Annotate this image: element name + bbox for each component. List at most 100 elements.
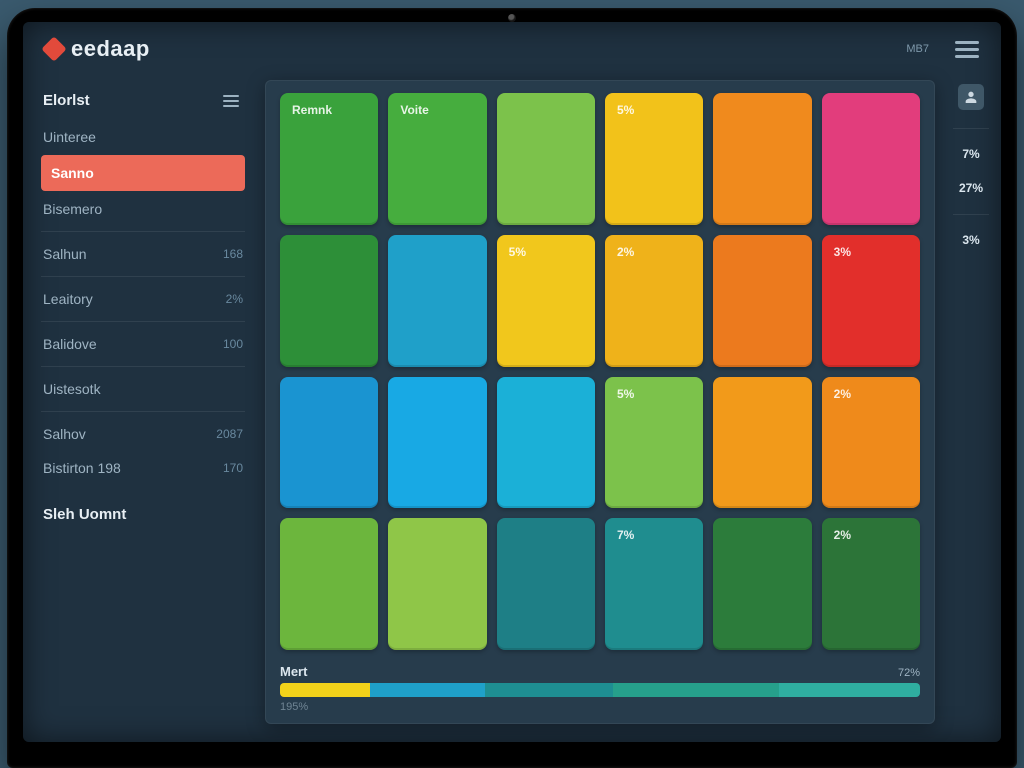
heat-tile[interactable] bbox=[497, 518, 595, 650]
topbar-right: MB7 bbox=[880, 41, 979, 58]
sidebar-item-balidove[interactable]: Balidove 100 bbox=[41, 328, 245, 360]
progress-section: Mert 72% 195% bbox=[280, 664, 920, 713]
sidebar-item-salhov[interactable]: Salhov 2087 bbox=[41, 418, 245, 450]
brand[interactable]: eedaap bbox=[45, 36, 150, 62]
progress-segment bbox=[779, 683, 920, 697]
progress-left-label: 195% bbox=[280, 701, 920, 713]
sidebar-item-value: 168 bbox=[223, 247, 243, 261]
heat-tile[interactable]: 3% bbox=[822, 235, 920, 367]
sidebar-collapse-icon[interactable] bbox=[223, 95, 239, 107]
rightbar: 7% 27% 3% bbox=[941, 76, 1001, 742]
sidebar-item-uistesotk[interactable]: Uistesotk bbox=[41, 373, 245, 405]
heat-tile[interactable] bbox=[713, 93, 811, 225]
progress-header: Mert 72% bbox=[280, 664, 920, 679]
heatmap-panel: Remnk Voite 5% 5% 2% 3% 5% 2% 7% 2% Mert 72% 195% bbox=[265, 80, 935, 724]
heat-tile[interactable] bbox=[822, 93, 920, 225]
heat-tile[interactable]: 7% bbox=[605, 518, 703, 650]
progress-right-label: 72% bbox=[898, 667, 920, 679]
rightbar-stat-value: 3% bbox=[962, 233, 979, 249]
progress-segment bbox=[370, 683, 485, 697]
heat-tile[interactable] bbox=[388, 235, 486, 367]
sidebar-item-value: 2087 bbox=[216, 427, 243, 441]
rightbar-stat-value: 7% bbox=[962, 147, 979, 163]
tile-label: 5% bbox=[617, 387, 634, 401]
sidebar-item-label: Salhun bbox=[43, 246, 87, 262]
brand-logo-icon bbox=[41, 36, 66, 61]
sidebar-divider bbox=[41, 411, 245, 412]
tile-label: 2% bbox=[617, 245, 634, 259]
heat-tile[interactable] bbox=[280, 518, 378, 650]
sidebar-footer-label: Sleh Uomnt bbox=[43, 506, 126, 523]
progress-title: Mert bbox=[280, 664, 307, 679]
heat-tile[interactable]: 5% bbox=[497, 235, 595, 367]
sidebar-item-bistirton[interactable]: Bistirton 198 170 bbox=[41, 452, 245, 484]
topbar-status-value: MB7 bbox=[906, 43, 929, 55]
heat-tile[interactable] bbox=[497, 93, 595, 225]
app-screen: eedaap MB7 Elorlst Uinte bbox=[23, 22, 1001, 742]
sidebar-item-value: 2% bbox=[226, 292, 243, 306]
heatmap-grid: Remnk Voite 5% 5% 2% 3% 5% 2% 7% 2% bbox=[280, 93, 920, 650]
heat-tile[interactable] bbox=[713, 518, 811, 650]
menu-icon[interactable] bbox=[955, 41, 979, 58]
heat-tile[interactable]: 5% bbox=[605, 377, 703, 509]
heat-tile[interactable] bbox=[497, 377, 595, 509]
tile-label: Voite bbox=[400, 103, 428, 117]
sidebar: Elorlst Uinteree Sanno Bisemero bbox=[23, 76, 259, 742]
heat-tile[interactable] bbox=[280, 235, 378, 367]
sidebar-item-value: 170 bbox=[223, 461, 243, 475]
heat-tile[interactable] bbox=[713, 377, 811, 509]
tile-label: 2% bbox=[834, 528, 851, 542]
heat-tile[interactable] bbox=[388, 518, 486, 650]
sidebar-divider bbox=[41, 321, 245, 322]
sidebar-item-bisemero[interactable]: Bisemero bbox=[41, 193, 245, 225]
progress-segment bbox=[485, 683, 613, 697]
sidebar-item-label: Balidove bbox=[43, 336, 97, 352]
heat-tile[interactable]: 2% bbox=[822, 518, 920, 650]
sidebar-item-salhun[interactable]: Salhun 168 bbox=[41, 238, 245, 270]
rightbar-stat-value: 27% bbox=[959, 181, 983, 197]
sidebar-divider bbox=[41, 366, 245, 367]
sidebar-divider bbox=[41, 231, 245, 232]
heat-tile[interactable] bbox=[280, 377, 378, 509]
sidebar-item-label: Uinteree bbox=[43, 129, 96, 145]
sidebar-item-label: Bistirton 198 bbox=[43, 460, 121, 476]
heat-tile[interactable] bbox=[388, 377, 486, 509]
sidebar-divider bbox=[41, 276, 245, 277]
sidebar-item-value: 100 bbox=[223, 337, 243, 351]
sidebar-item-uinteree[interactable]: Uinteree bbox=[41, 121, 245, 153]
progress-bar bbox=[280, 683, 920, 697]
tile-label: 2% bbox=[834, 387, 851, 401]
rightbar-stat: 3% bbox=[962, 233, 979, 249]
tile-label: 5% bbox=[509, 245, 526, 259]
content-area: Elorlst Uinteree Sanno Bisemero bbox=[23, 76, 1001, 742]
user-avatar-icon[interactable] bbox=[958, 84, 984, 110]
brand-name: eedaap bbox=[71, 36, 150, 62]
heat-tile[interactable]: Remnk bbox=[280, 93, 378, 225]
monitor-frame: eedaap MB7 Elorlst Uinte bbox=[7, 8, 1017, 768]
sidebar-item-label: Sanno bbox=[51, 165, 94, 181]
sidebar-item-label: Leaitory bbox=[43, 291, 93, 307]
tile-label: 5% bbox=[617, 103, 634, 117]
sidebar-item-label: Uistesotk bbox=[43, 381, 101, 397]
heat-tile[interactable]: 5% bbox=[605, 93, 703, 225]
rightbar-divider bbox=[953, 128, 989, 129]
sidebar-title: Elorlst bbox=[43, 92, 90, 109]
progress-segment bbox=[280, 683, 370, 697]
sidebar-footer[interactable]: Sleh Uomnt bbox=[41, 500, 245, 529]
heat-tile[interactable]: 2% bbox=[822, 377, 920, 509]
heat-tile[interactable] bbox=[713, 235, 811, 367]
sidebar-item-sanno[interactable]: Sanno bbox=[41, 155, 245, 191]
rightbar-divider bbox=[953, 214, 989, 215]
tile-label: 7% bbox=[617, 528, 634, 542]
progress-segment bbox=[613, 683, 779, 697]
sidebar-item-leaitory[interactable]: Leaitory 2% bbox=[41, 283, 245, 315]
sidebar-header: Elorlst bbox=[41, 84, 245, 119]
heat-tile[interactable]: Voite bbox=[388, 93, 486, 225]
rightbar-stat: 7% bbox=[962, 147, 979, 163]
tile-label: Remnk bbox=[292, 103, 332, 117]
tile-label: 3% bbox=[834, 245, 851, 259]
heat-tile[interactable]: 2% bbox=[605, 235, 703, 367]
sidebar-item-label: Salhov bbox=[43, 426, 86, 442]
rightbar-stat: 27% bbox=[959, 181, 983, 197]
topbar: eedaap MB7 bbox=[23, 22, 1001, 76]
